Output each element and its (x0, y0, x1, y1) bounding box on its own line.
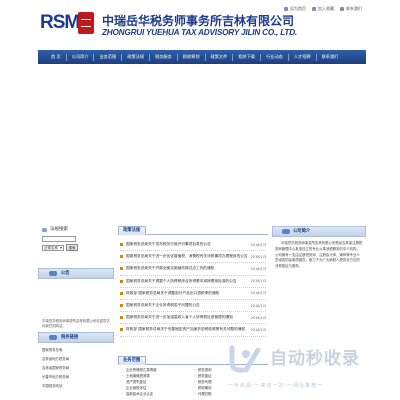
quick-links: 设为首页 加入收藏 联系我们 (284, 6, 362, 12)
logo-text: RSM (40, 12, 80, 33)
list-item[interactable]: 国家税务总局关于发布税务行政许可事项目录的公告 2018/1/3 (120, 239, 266, 252)
bullet-icon (120, 291, 123, 295)
tax-links-panel: 税务链接 国家税务总局 吉林省地方税务局 吉林省国家税务局 长春市地方税务局 中… (38, 332, 114, 394)
nav-tax-planning[interactable]: 税收筹划 (178, 50, 205, 64)
nav-services[interactable]: 业务范围 (94, 50, 121, 64)
nav-documents[interactable]: 政策文件 (206, 50, 233, 64)
notice-title: 公告 (38, 268, 114, 279)
watermark-subtitle: 一手资源·一来访一次·一网址推荐一 (228, 383, 324, 389)
nav-downloads[interactable]: 相关下载 (233, 50, 260, 64)
watermark-title: 自动秒收录 (270, 349, 360, 369)
list-item[interactable]: 国家税务总局关于进一步优化增值税、消费税有关涉税事项办理程序的公告 2018/1/… (120, 251, 266, 264)
list-item[interactable]: 国家税务总局关于开展全面实施营改增试点工作的通知 2018/1/3 (120, 263, 266, 276)
bullet-icon (120, 255, 123, 259)
search-input[interactable] (42, 236, 76, 242)
list-item[interactable]: 国家税务总局关于进一步加强高收入者个人所得税征收管理的通知 2018/1/3 (120, 312, 266, 325)
link-item[interactable]: 吉林省国家税务局 (42, 364, 110, 373)
home-icon (284, 7, 288, 11)
bullet-icon (120, 304, 123, 308)
policy-section: 政策法规 国家税务总局关于发布税务行政许可事项目录的公告 2018/1/3 国家税… (118, 226, 268, 337)
site-header: RSM 中瑞岳华税务师事务所吉林有限公司 ZHONGRUI YUEHUA TAX… (38, 0, 366, 50)
company-intro-panel: 公司简介 中瑞岳华税务师事务所吉林有限公司是经吉林省注册税务师管理中心批准设立的… (272, 226, 366, 274)
nav-about[interactable]: 公司简介 (67, 50, 94, 64)
services-title[interactable]: 业务范围 (118, 356, 147, 365)
watermark: 自动秒收录 一手资源·一来访一次·一网址推荐一 (228, 338, 388, 392)
logo-seal-icon (78, 12, 94, 34)
list-item[interactable]: 财政部 国家税务总局关于完善固定资产加速折旧税收政策有关问题的通知 2018/1/… (120, 324, 266, 337)
nav-contact[interactable]: 联系我们 (317, 50, 344, 64)
star-icon (312, 7, 316, 11)
bullet-icon (120, 243, 123, 247)
nav-news[interactable]: 行业动态 (261, 50, 288, 64)
company-logo[interactable]: RSM (38, 9, 96, 41)
notice-panel: 公告 中瑞岳华税务师事务所吉林有限公司欢迎您访问我们的网站。 (38, 268, 114, 339)
links-title: 税务链接 (38, 332, 114, 343)
search-field-select[interactable]: 法规名称 (42, 244, 64, 251)
bullet-icon (120, 316, 123, 320)
company-name-en: ZHONGRUI YUEHUA TAX ADVISORY JILIN CO., … (102, 28, 297, 37)
nav-tax-service[interactable]: 税务服务 (150, 50, 177, 64)
set-homepage-link[interactable]: 设为首页 (284, 6, 306, 12)
link-item[interactable]: 吉林省地方税务局 (42, 355, 110, 364)
nav-policy[interactable]: 政策法规 (122, 50, 149, 64)
company-intro-title: 公司简介 (272, 226, 366, 237)
list-item[interactable]: 国家税务总局关于调整个人所得税综合所得基本减除费用标准的公告 2018/1/3 (120, 276, 266, 288)
regulation-search: 法规搜索 法规名称 搜索 (38, 226, 114, 251)
list-item[interactable]: 国家税务总局关于企业所得税若干问题的公告 2018/1/3 (120, 300, 266, 313)
nav-home[interactable]: 首 页 (46, 50, 66, 64)
nav-jobs[interactable]: 人才招聘 (289, 50, 316, 64)
link-item[interactable]: 中国税务网站 (42, 382, 110, 391)
main-nav: 首 页 公司简介 业务范围 政策法规 税务服务 税收筹划 政策文件 相关下载 行… (38, 50, 366, 64)
bullet-icon (120, 267, 123, 271)
notice-body: 中瑞岳华税务师事务所吉林有限公司欢迎您访问我们的网站。 (42, 319, 110, 328)
mail-icon (340, 7, 344, 11)
add-favorite-link[interactable]: 加入收藏 (312, 6, 334, 12)
link-item[interactable]: 国家税务总局 (42, 346, 110, 355)
company-intro-body: 中瑞岳华税务师事务所吉林有限公司是经吉林省注册税务师管理中心批准设立的专业从事涉… (275, 241, 363, 269)
bullet-icon (120, 328, 123, 332)
list-item[interactable]: 财政部 国家税务总局关于调整部分产品出口退税率的通知 2018/1/3 (120, 288, 266, 300)
banner-area (38, 64, 366, 216)
watermark-logo-icon (229, 345, 261, 373)
search-title: 法规搜索 (38, 226, 114, 234)
contact-link[interactable]: 联系我们 (340, 6, 362, 12)
link-item[interactable]: 长春市地方税务局 (42, 373, 110, 382)
search-button[interactable]: 搜索 (66, 244, 78, 251)
service-item[interactable]: 高新技术企业认定 (122, 391, 192, 397)
bullet-icon (120, 279, 123, 283)
company-name-cn: 中瑞岳华税务师事务所吉林有限公司 (102, 14, 295, 28)
policy-title[interactable]: 政策法规 (118, 226, 147, 235)
